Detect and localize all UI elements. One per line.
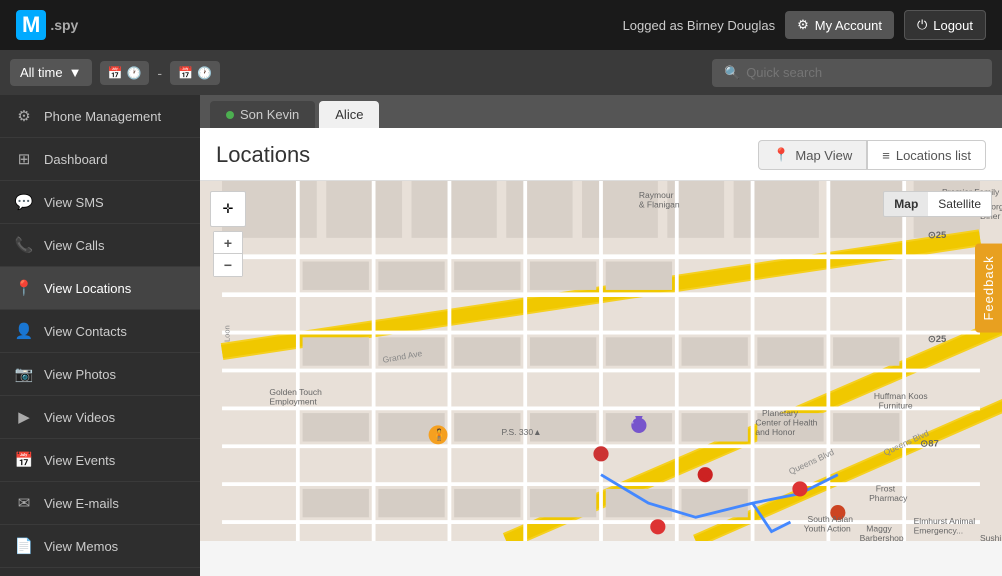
pin-icon: 📍	[773, 147, 789, 163]
svg-text:Employment: Employment	[269, 397, 317, 407]
compass-control[interactable]: ✛	[210, 191, 246, 227]
contacts-icon: 👤	[14, 321, 34, 341]
dashboard-icon: ⊞	[14, 149, 34, 169]
photos-icon: 📷	[14, 364, 34, 384]
svg-text:Maggy: Maggy	[866, 524, 892, 534]
svg-text:Pharmacy: Pharmacy	[869, 493, 908, 503]
header: M .spy Logged as Birney Douglas ⚙ My Acc…	[0, 0, 1002, 50]
logout-button[interactable]: ⏻ Logout	[904, 10, 986, 40]
sidebar-item-view-contacts[interactable]: 👤 View Contacts	[0, 310, 200, 353]
map-container[interactable]: Grand Ave Queens Blvd Queens Blvd 53rd A…	[200, 181, 1002, 541]
svg-text:Frost: Frost	[876, 484, 896, 494]
svg-text:and Honor: and Honor	[755, 427, 795, 437]
svg-text:Sushi Islan...: Sushi Islan...	[980, 533, 1002, 541]
svg-text:⊙25: ⊙25	[928, 334, 946, 345]
date-start-input[interactable]: 📅 🕐	[100, 61, 150, 85]
sidebar-item-view-locations[interactable]: 📍 View Locations	[0, 267, 200, 310]
time-range-select[interactable]: All time ▼	[10, 59, 92, 86]
logo-m: M	[16, 10, 46, 40]
satellite-view-toggle-button[interactable]: Satellite	[928, 192, 991, 216]
list-icon: ≡	[882, 148, 890, 163]
memos-icon: 📄	[14, 536, 34, 556]
logo: M .spy	[16, 10, 78, 40]
map-controls: ✛ + −	[210, 191, 246, 277]
videos-icon: ▶	[14, 407, 34, 427]
svg-text:Youth Action: Youth Action	[804, 524, 851, 534]
svg-text:South Asian: South Asian	[808, 514, 854, 524]
header-right: Logged as Birney Douglas ⚙ My Account ⏻ …	[623, 10, 986, 40]
calls-icon: 📞	[14, 235, 34, 255]
svg-text:Loon: Loon	[222, 325, 231, 342]
map-svg: Grand Ave Queens Blvd Queens Blvd 53rd A…	[200, 181, 1002, 541]
content-area: Son Kevin Alice Locations 📍 Map View ≡ L…	[200, 95, 1002, 576]
quick-search-container[interactable]: 🔍	[712, 59, 992, 87]
svg-text:Planetary: Planetary	[762, 408, 799, 418]
date-end-input[interactable]: 📅 🕐	[170, 61, 220, 85]
svg-text:Furniture: Furniture	[879, 400, 913, 410]
map-satellite-toggle: Map Satellite	[883, 191, 992, 217]
sidebar-item-view-emails[interactable]: ✉ View E-mails	[0, 482, 200, 525]
chevron-down-icon: ▼	[69, 65, 82, 80]
search-icon: 🔍	[724, 65, 740, 81]
zoom-controls: + −	[213, 231, 243, 277]
sidebar-item-view-calls[interactable]: 📞 View Calls	[0, 224, 200, 267]
time-icon: 🕐	[126, 66, 141, 80]
svg-text:Golden Touch: Golden Touch	[269, 387, 322, 397]
svg-text:⊙87: ⊙87	[920, 438, 938, 449]
page-title: Locations	[216, 142, 310, 168]
main-layout: ⚙ Phone Management ⊞ Dashboard 💬 View SM…	[0, 95, 1002, 576]
view-buttons-group: 📍 Map View ≡ Locations list	[758, 140, 986, 170]
svg-text:Center of Health: Center of Health	[755, 417, 817, 427]
quick-search-input[interactable]	[746, 65, 980, 80]
svg-text:& Flanigan: & Flanigan	[639, 200, 680, 210]
locations-icon: 📍	[14, 278, 34, 298]
sms-icon: 💬	[14, 192, 34, 212]
feedback-tab[interactable]: Feedback	[975, 243, 1002, 332]
locations-list-button[interactable]: ≡ Locations list	[867, 140, 986, 170]
gear-icon: ⚙	[797, 17, 809, 33]
svg-text:↓: ↓	[631, 419, 634, 426]
sidebar-item-view-videos[interactable]: ▶ View Videos	[0, 396, 200, 439]
power-icon: ⏻	[917, 17, 927, 33]
zoom-out-button[interactable]: −	[214, 254, 242, 276]
calendar-icon: 📅	[108, 66, 123, 80]
tab-dot	[226, 111, 234, 119]
events-icon: 📅	[14, 450, 34, 470]
sidebar-item-view-sms[interactable]: 💬 View SMS	[0, 181, 200, 224]
time-icon-end: 🕐	[197, 66, 212, 80]
page-content: Locations 📍 Map View ≡ Locations list	[200, 128, 1002, 576]
tabs-bar: Son Kevin Alice	[200, 95, 1002, 128]
sidebar-item-phone-management[interactable]: ⚙ Phone Management	[0, 95, 200, 138]
svg-text:🧍: 🧍	[432, 428, 446, 442]
map-view-button[interactable]: 📍 Map View	[758, 140, 867, 170]
svg-text:Barbershop: Barbershop	[860, 533, 904, 541]
sidebar: ⚙ Phone Management ⊞ Dashboard 💬 View SM…	[0, 95, 200, 576]
svg-text:P.S. 330▲: P.S. 330▲	[502, 427, 542, 437]
svg-text:Raymour: Raymour	[639, 190, 674, 200]
sidebar-item-view-memos[interactable]: 📄 View Memos	[0, 525, 200, 568]
gear-icon: ⚙	[14, 106, 34, 126]
sidebar-item-dashboard[interactable]: ⊞ Dashboard	[0, 138, 200, 181]
map-view-toggle-button[interactable]: Map	[884, 192, 928, 216]
svg-text:Huffman Koos: Huffman Koos	[874, 391, 928, 401]
date-separator: -	[157, 65, 162, 81]
sidebar-item-view-photos[interactable]: 📷 View Photos	[0, 353, 200, 396]
logged-as-label: Logged as Birney Douglas	[623, 18, 776, 33]
my-account-button[interactable]: ⚙ My Account	[785, 11, 894, 39]
emails-icon: ✉	[14, 493, 34, 513]
toolbar: All time ▼ 📅 🕐 - 📅 🕐 🔍	[0, 50, 1002, 95]
logo-spy: .spy	[50, 17, 78, 33]
svg-text:Elmhurst Animal: Elmhurst Animal	[914, 516, 976, 526]
svg-text:Emergency...: Emergency...	[914, 525, 964, 535]
sidebar-item-view-events[interactable]: 📅 View Events	[0, 439, 200, 482]
tab-alice[interactable]: Alice	[319, 101, 379, 128]
locations-header: Locations 📍 Map View ≡ Locations list	[200, 128, 1002, 181]
svg-text:⊙25: ⊙25	[928, 230, 946, 241]
tab-son-kevin[interactable]: Son Kevin	[210, 101, 315, 128]
calendar-icon-end: 📅	[178, 66, 193, 80]
zoom-in-button[interactable]: +	[214, 232, 242, 254]
